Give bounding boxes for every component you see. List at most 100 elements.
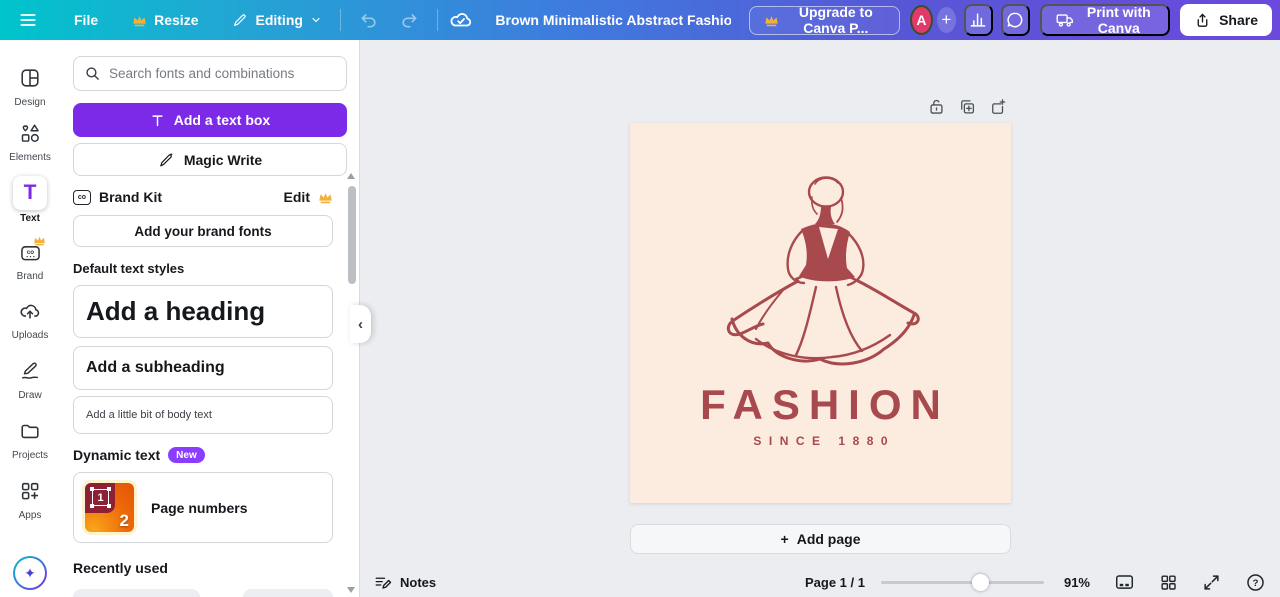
share-button[interactable]: Share bbox=[1180, 4, 1272, 36]
crown-icon bbox=[318, 191, 333, 204]
notes-button[interactable]: Notes bbox=[374, 573, 436, 591]
insights-button[interactable] bbox=[963, 4, 993, 36]
upload-cloud-icon bbox=[19, 300, 41, 322]
plus-icon: + bbox=[780, 531, 789, 547]
file-menu-button[interactable]: File bbox=[64, 6, 108, 34]
sidebar-item-uploads[interactable]: Uploads bbox=[0, 300, 60, 341]
add-subheading-card[interactable]: Add a subheading bbox=[73, 346, 333, 390]
design-canvas-page[interactable]: FASHION SINCE 1880 bbox=[630, 123, 1011, 503]
undo-button[interactable] bbox=[349, 4, 389, 36]
plus-icon: + bbox=[941, 10, 952, 29]
help-icon[interactable]: ? bbox=[1245, 572, 1266, 593]
sidebar-item-text[interactable]: T Text bbox=[0, 176, 60, 224]
document-title[interactable]: Brown Minimalistic Abstract Fashion Bran… bbox=[495, 12, 730, 28]
draw-pencil-icon bbox=[19, 360, 41, 382]
add-page-button[interactable]: + Add page bbox=[630, 524, 1011, 554]
svg-text:?: ? bbox=[1253, 578, 1259, 589]
new-badge: New bbox=[168, 447, 205, 463]
fashion-logo-illustration bbox=[726, 176, 920, 366]
add-member-button[interactable]: + bbox=[936, 7, 956, 33]
search-icon bbox=[84, 65, 101, 82]
sidebar-item-draw[interactable]: Draw bbox=[0, 360, 60, 401]
grid-view-icon[interactable] bbox=[1159, 573, 1178, 592]
topbar-divider bbox=[436, 9, 438, 31]
sidebar-rail: Design Elements T Text co Brand Uploads … bbox=[0, 40, 60, 597]
notes-icon bbox=[374, 573, 392, 591]
sidebar-item-projects[interactable]: Projects bbox=[0, 420, 60, 461]
page-numbers-card[interactable]: 1 2 Page numbers bbox=[73, 472, 333, 543]
page-actions-toolbar bbox=[928, 97, 1007, 116]
scroll-down-arrow[interactable] bbox=[347, 587, 355, 593]
upgrade-button[interactable]: Upgrade to Canva P... bbox=[748, 4, 900, 36]
brand-kit-icon: co bbox=[19, 243, 42, 263]
default-text-styles-label: Default text styles bbox=[73, 261, 185, 276]
pencil-icon bbox=[232, 12, 248, 28]
apps-grid-icon bbox=[19, 480, 41, 502]
comment-icon bbox=[1005, 10, 1025, 30]
bar-chart-icon bbox=[968, 10, 988, 30]
cloud-saved-icon[interactable] bbox=[449, 8, 473, 32]
design-icon bbox=[19, 67, 41, 89]
sidebar-item-apps[interactable]: Apps bbox=[0, 480, 60, 521]
status-bar: Notes Page 1 / 1 91% ? bbox=[360, 567, 1280, 597]
folder-icon bbox=[19, 420, 41, 442]
page-numbers-icon: 1 2 bbox=[82, 480, 137, 535]
zoom-slider-handle[interactable] bbox=[972, 574, 990, 591]
redo-button[interactable] bbox=[389, 4, 429, 36]
text-panel: Add a text box Magic Write co Brand Kit … bbox=[60, 40, 360, 597]
chevron-left-icon: ‹ bbox=[358, 315, 363, 333]
add-brand-fonts-button[interactable]: Add your brand fonts bbox=[73, 215, 333, 247]
lock-icon[interactable] bbox=[928, 97, 945, 116]
add-heading-card[interactable]: Add a heading bbox=[73, 285, 333, 338]
pages-view-icon[interactable] bbox=[1114, 573, 1135, 592]
dynamic-text-header: Dynamic text New bbox=[73, 447, 205, 463]
zoom-slider[interactable] bbox=[880, 574, 1044, 591]
main-menu-button[interactable] bbox=[8, 4, 48, 36]
sidebar-item-elements[interactable]: Elements bbox=[0, 122, 60, 163]
text-t-icon bbox=[150, 113, 165, 128]
redo-icon bbox=[399, 10, 419, 30]
recently-used-card[interactable] bbox=[243, 589, 333, 597]
page-indicator: Page 1 / 1 bbox=[804, 574, 865, 590]
resize-button[interactable]: Resize bbox=[122, 6, 208, 34]
crown-icon bbox=[33, 235, 46, 246]
magic-write-button[interactable]: Magic Write bbox=[73, 143, 347, 176]
recently-used-label: Recently used bbox=[73, 560, 168, 576]
recently-used-card[interactable] bbox=[73, 589, 200, 597]
workspace: FASHION SINCE 1880 + Add page Notes Page… bbox=[360, 40, 1280, 597]
zoom-percentage: 91% bbox=[1063, 574, 1090, 590]
sidebar-item-design[interactable]: Design bbox=[0, 67, 60, 108]
zoom-slider-track bbox=[880, 581, 1044, 584]
magic-assistant-button[interactable]: ✦ bbox=[13, 556, 47, 590]
add-body-text-card[interactable]: Add a little bit of body text bbox=[73, 396, 333, 434]
crown-icon bbox=[764, 14, 779, 27]
elements-shapes-icon bbox=[19, 122, 41, 144]
hamburger-icon bbox=[18, 10, 38, 30]
print-with-canva-button[interactable]: Print with Canva bbox=[1039, 4, 1171, 36]
duplicate-page-icon[interactable] bbox=[958, 97, 976, 116]
collapse-panel-button[interactable]: ‹ bbox=[350, 305, 371, 343]
svg-text:co: co bbox=[26, 249, 33, 256]
fullscreen-icon[interactable] bbox=[1202, 573, 1221, 592]
brand-kit-edit-link[interactable]: Edit bbox=[284, 189, 310, 205]
add-page-icon[interactable] bbox=[989, 97, 1007, 116]
add-text-box-button[interactable]: Add a text box bbox=[73, 103, 347, 137]
scroll-up-arrow[interactable] bbox=[347, 173, 355, 179]
share-upload-icon bbox=[1194, 12, 1211, 29]
chevron-down-icon bbox=[310, 14, 322, 26]
search-input[interactable] bbox=[109, 66, 336, 81]
comments-button[interactable] bbox=[1000, 4, 1030, 36]
panel-scrollbar[interactable] bbox=[348, 186, 356, 284]
brand-kit-icon: co bbox=[73, 189, 91, 205]
delivery-truck-icon bbox=[1055, 11, 1075, 29]
font-search[interactable] bbox=[73, 56, 347, 91]
undo-icon bbox=[359, 10, 379, 30]
editing-mode-dropdown[interactable]: Editing bbox=[222, 6, 331, 34]
logo-title-text[interactable]: FASHION bbox=[630, 381, 1011, 429]
avatar[interactable]: A bbox=[909, 5, 933, 35]
sparkle-icon: ✦ bbox=[15, 558, 45, 588]
crown-icon bbox=[132, 14, 147, 27]
sidebar-item-brand[interactable]: co Brand bbox=[0, 236, 60, 282]
canva-editor: File Resize Editing Brown Minimalistic A… bbox=[0, 0, 1280, 597]
logo-subtitle-text[interactable]: SINCE 1880 bbox=[630, 434, 1011, 448]
